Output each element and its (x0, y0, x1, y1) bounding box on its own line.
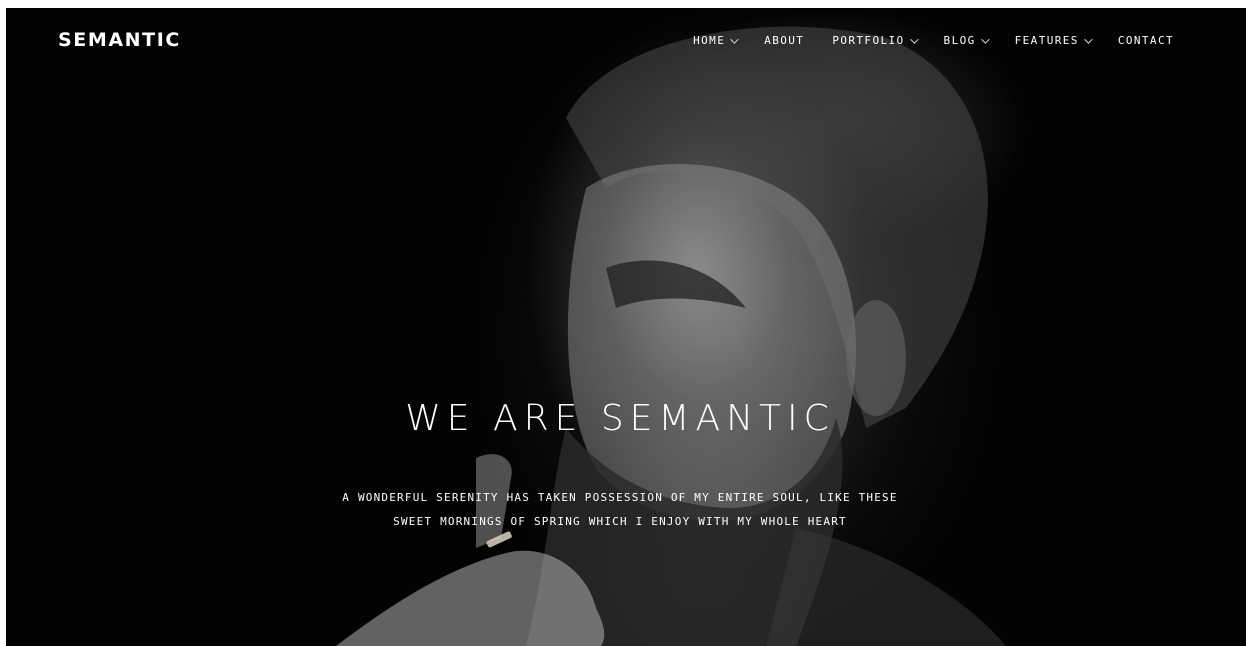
nav-item-label: BLOG (943, 34, 976, 47)
chevron-down-icon (1083, 34, 1093, 44)
hero-subtitle-line-2: SWEET MORNINGS OF SPRING WHICH I ENJOY W… (393, 515, 847, 528)
chevron-down-icon (980, 34, 990, 44)
nav-item-label: PORTFOLIO (832, 34, 905, 47)
nav-item-contact[interactable]: CONTACT (1118, 34, 1174, 47)
nav-item-blog[interactable]: BLOG (943, 34, 990, 47)
nav-item-about[interactable]: ABOUT (764, 34, 804, 47)
nav-item-label: HOME (693, 34, 726, 47)
main-nav: HOME ABOUT PORTFOLIO BLOG FEATURES CONTA… (665, 34, 1174, 47)
portrait-silhouette (336, 26, 1006, 646)
chevron-down-icon (909, 34, 919, 44)
nav-item-features[interactable]: FEATURES (1014, 34, 1093, 47)
nav-item-home[interactable]: HOME (693, 34, 739, 47)
brand-logo[interactable]: SEMANTIC (58, 29, 181, 51)
hero-background-image (6, 8, 1246, 646)
nav-item-label: ABOUT (764, 34, 805, 47)
nav-item-label: CONTACT (1117, 34, 1174, 47)
hero-subtitle-line-1: A WONDERFUL SERENITY HAS TAKEN POSSESSIO… (342, 491, 898, 504)
hero-section: SEMANTIC HOME ABOUT PORTFOLIO BLOG FEATU… (6, 8, 1246, 646)
nav-item-label: FEATURES (1014, 34, 1079, 47)
nav-item-portfolio[interactable]: PORTFOLIO (832, 34, 919, 47)
chevron-down-icon (730, 34, 739, 44)
hero-title: WE ARE SEMANTIC (405, 398, 835, 439)
hero-subtitle: A WONDERFUL SERENITY HAS TAKEN POSSESSIO… (6, 486, 1234, 534)
